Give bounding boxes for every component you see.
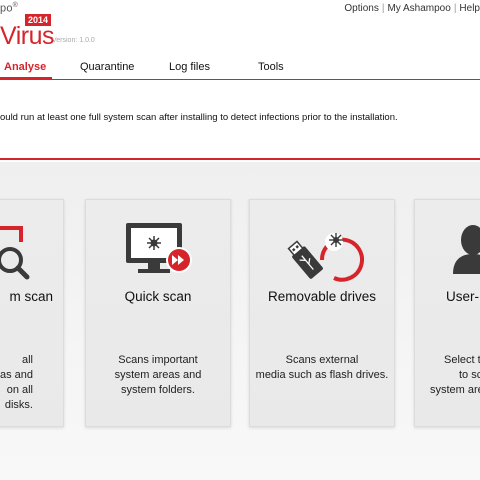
card-description: Select t to sc system are xyxy=(430,354,480,396)
usb-drive-icon xyxy=(250,220,394,284)
user-icon xyxy=(415,220,480,284)
top-links: Options | My Ashampoo | Help xyxy=(344,3,480,14)
app-header: po® 2014 Virus Version: 1.0.0 Options | My… xyxy=(0,0,480,58)
info-banner: ould run at least one full system scan a… xyxy=(0,104,480,160)
options-link[interactable]: Options xyxy=(344,3,378,14)
card-title: Quick scan xyxy=(124,289,192,304)
removable-drives-card[interactable]: Removable drives Scans external media su… xyxy=(249,199,395,427)
card-description: all eas and on all disks. xyxy=(0,354,33,411)
quick-scan-card[interactable]: Quick scan Scans important system areas … xyxy=(85,199,231,427)
card-description: Scans external media such as flash drive… xyxy=(255,354,389,381)
version-label: Version: 1.0.0 xyxy=(52,37,95,44)
logo-top-text: po® xyxy=(0,2,18,15)
active-tab-indicator xyxy=(0,77,52,80)
tab-tools[interactable]: Tools xyxy=(258,61,284,73)
tab-log-files[interactable]: Log files xyxy=(169,61,210,73)
tab-analyse[interactable]: Analyse xyxy=(4,61,46,73)
user-defined-scan-card[interactable]: User- Select t to sc system are xyxy=(414,199,480,427)
scan-options-area: m scan all eas and on all disks. xyxy=(0,162,480,480)
monitor-virus-icon xyxy=(86,220,230,284)
logo-product-name: Virus xyxy=(0,22,55,50)
my-ashampoo-link[interactable]: My Ashampoo xyxy=(387,3,450,14)
tab-quarantine[interactable]: Quarantine xyxy=(80,61,134,73)
card-title: User- xyxy=(446,289,479,304)
magnifier-icon xyxy=(0,220,63,284)
info-message: ould run at least one full system scan a… xyxy=(0,112,398,123)
card-title: m scan xyxy=(9,289,53,304)
card-description: Scans important system areas and system … xyxy=(114,354,202,396)
help-link[interactable]: Help xyxy=(459,3,480,14)
card-title: Removable drives xyxy=(267,289,377,304)
full-system-scan-card[interactable]: m scan all eas and on all disks. xyxy=(0,199,64,427)
main-tabs: Analyse Quarantine Log files Tools xyxy=(0,58,480,80)
